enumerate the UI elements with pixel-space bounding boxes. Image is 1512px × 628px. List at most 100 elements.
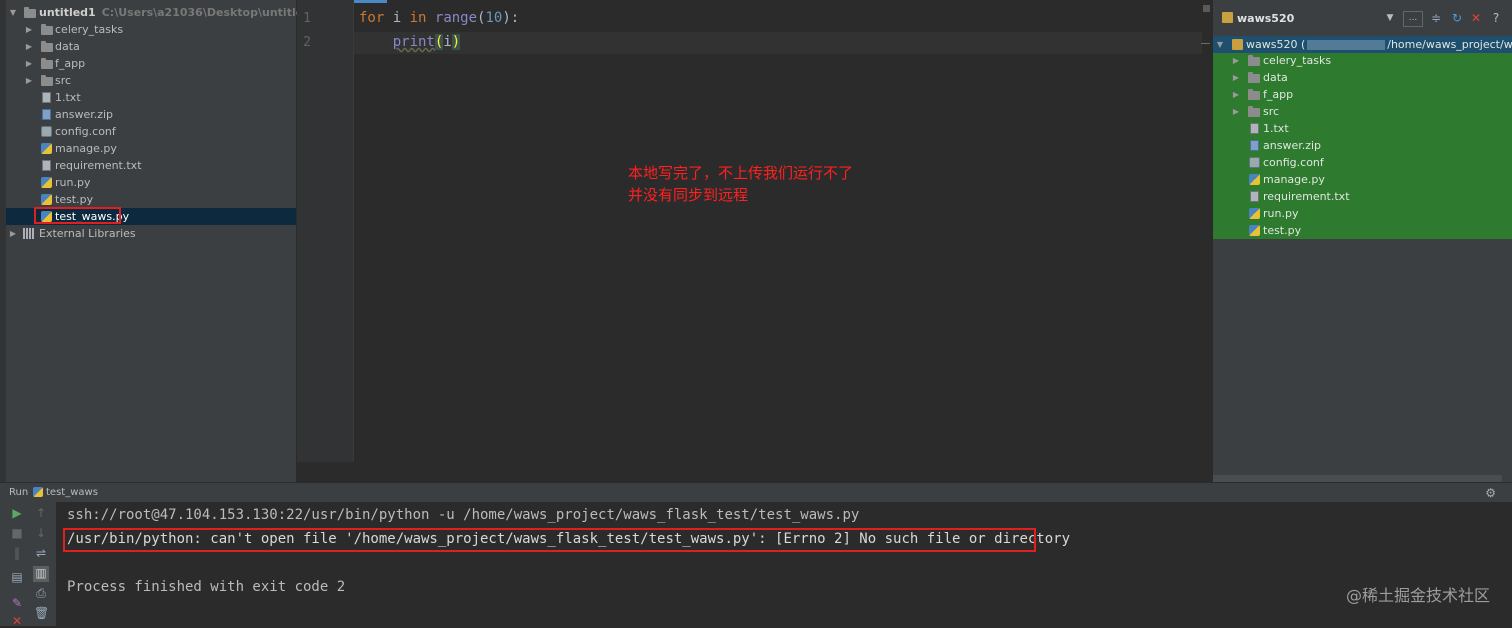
run-toolbar: ▶ ↑ ■ ↓ ‖ ⇌ ▤ ▥ ⎙ ✎ 🗑 ✕: [0, 502, 56, 628]
remote-root[interactable]: ▼ waws520 (/home/waws_project/waws_flask: [1213, 36, 1512, 53]
folder-icon: [1248, 89, 1260, 100]
remote-file-run-py[interactable]: run.py: [1213, 205, 1512, 222]
remote-folder-src[interactable]: ▶ src: [1213, 103, 1512, 120]
remote-file-config-conf[interactable]: config.conf: [1213, 154, 1512, 171]
tree-folder-f-app[interactable]: ▶ f_app: [6, 55, 296, 72]
text-file-icon: [42, 160, 51, 171]
file-label: 1.txt: [55, 91, 81, 104]
library-icon: [23, 228, 34, 239]
remote-file-answer-zip[interactable]: answer.zip: [1213, 137, 1512, 154]
editor-hscroll[interactable]: [354, 462, 1202, 482]
tree-external-libraries[interactable]: ▶ External Libraries: [6, 225, 296, 242]
tree-file-answer-zip[interactable]: answer.zip: [6, 106, 296, 123]
matched-paren: ): [451, 34, 461, 50]
chevron-down-icon[interactable]: ▼: [1215, 36, 1225, 53]
collapse-all-icon[interactable]: ≑: [1429, 11, 1443, 25]
external-libraries-label: External Libraries: [39, 227, 136, 240]
file-label: run.py: [1263, 207, 1299, 220]
folder-label: data: [1263, 71, 1288, 84]
rerun-icon[interactable]: ▶: [10, 506, 24, 520]
remote-folder-celery-tasks[interactable]: ▶ celery_tasks: [1213, 52, 1512, 69]
folder-label: src: [55, 74, 72, 87]
chevron-right-icon[interactable]: ▶: [1231, 86, 1241, 103]
folder-icon: [41, 24, 53, 35]
caret-line-highlight: [354, 32, 1202, 54]
text-file-icon: [1250, 123, 1259, 134]
tree-file-run-py[interactable]: run.py: [6, 174, 296, 191]
code-line-1[interactable]: for i in range(10):: [359, 10, 519, 26]
console-exit-line: Process finished with exit code 2: [67, 579, 346, 595]
remote-root-path: /home/waws_project/waws_flask: [1387, 38, 1512, 51]
trash-icon[interactable]: 🗑: [34, 606, 49, 620]
close-icon[interactable]: ✕: [1469, 11, 1483, 25]
remote-host-header: waws520 ▼ ... ≑ ↻ ✕ ?: [1213, 0, 1512, 36]
watermark: @稀土掘金技术社区: [1345, 586, 1490, 605]
file-label: test.py: [1263, 224, 1302, 237]
chevron-right-icon[interactable]: ▶: [24, 72, 34, 89]
chevron-right-icon[interactable]: ▶: [24, 38, 34, 55]
annotation-note: 本地写完了，不上传我们运行不了 并没有同步到远程: [628, 162, 853, 206]
folder-icon: [1248, 55, 1260, 66]
remote-file-1-txt[interactable]: 1.txt: [1213, 120, 1512, 137]
file-label: manage.py: [55, 142, 117, 155]
code-line-2[interactable]: print(i): [359, 34, 461, 50]
identifier: i: [384, 10, 410, 26]
zip-file-icon: [1250, 140, 1259, 151]
refresh-icon[interactable]: ↻: [1450, 11, 1464, 25]
tree-file-manage-py[interactable]: manage.py: [6, 140, 296, 157]
scroll-marker: [1201, 43, 1210, 44]
folder-icon: [1248, 72, 1260, 83]
keyword: for: [359, 10, 385, 26]
soft-wrap-icon[interactable]: ⇌: [34, 546, 48, 560]
tree-folder-data[interactable]: ▶ data: [6, 38, 296, 55]
chevron-right-icon[interactable]: ▶: [1231, 69, 1241, 86]
remote-file-requirement-txt[interactable]: requirement.txt: [1213, 188, 1512, 205]
code-editor[interactable]: 1 2 for i in range(10): print(i) 本地写完了，不…: [297, 0, 1212, 482]
line-gutter: 1 2: [297, 0, 354, 462]
remote-hscroll[interactable]: [1213, 475, 1502, 482]
remote-file-test-py[interactable]: test.py: [1213, 222, 1512, 239]
run-config-name[interactable]: test_waws: [46, 487, 98, 498]
tree-file-requirement-txt[interactable]: requirement.txt: [6, 157, 296, 174]
remote-folder-f-app[interactable]: ▶ f_app: [1213, 86, 1512, 103]
gear-icon[interactable]: ⚙: [1485, 486, 1496, 500]
more-button[interactable]: ...: [1403, 11, 1423, 27]
run-console[interactable]: ssh://root@47.104.153.130:22/usr/bin/pyt…: [56, 502, 1512, 626]
help-icon[interactable]: ?: [1489, 11, 1503, 25]
print-icon[interactable]: ⎙: [34, 586, 48, 600]
identifier: i: [443, 34, 452, 50]
tree-root-untitled1[interactable]: ▼ untitled1 C:\Users\a21036\Desktop\untit…: [6, 4, 319, 21]
config-file-icon: [1249, 157, 1260, 168]
root-label: untitled1: [39, 6, 96, 19]
text-file-icon: [1250, 191, 1259, 202]
scroll-down-icon[interactable]: ↓: [34, 526, 48, 540]
pause-icon[interactable]: ‖: [10, 546, 24, 560]
tree-file-test-py[interactable]: test.py: [6, 191, 296, 208]
chevron-right-icon[interactable]: ▶: [1231, 103, 1241, 120]
chevron-right-icon[interactable]: ▶: [24, 55, 34, 72]
chevron-right-icon[interactable]: ▶: [24, 21, 34, 38]
project-tree-local: ▼ untitled1 C:\Users\a21036\Desktop\untit…: [0, 0, 319, 482]
chevron-right-icon[interactable]: ▶: [8, 225, 18, 242]
file-label: test.py: [55, 193, 94, 206]
chevron-down-icon[interactable]: ▼: [1383, 11, 1397, 25]
console-command-line: ssh://root@47.104.153.130:22/usr/bin/pyt…: [67, 507, 860, 523]
python-file-icon: [41, 143, 52, 154]
scroll-up-icon[interactable]: ↑: [34, 506, 48, 520]
scroll-to-end-icon[interactable]: ▥: [33, 566, 49, 582]
tree-file-config-conf[interactable]: config.conf: [6, 123, 296, 140]
remote-folder-data[interactable]: ▶ data: [1213, 69, 1512, 86]
inspection-status-icon[interactable]: [1203, 5, 1210, 12]
chevron-down-icon[interactable]: ▼: [8, 4, 18, 21]
file-label: answer.zip: [1263, 139, 1322, 152]
tree-folder-celery-tasks[interactable]: ▶ celery_tasks: [6, 21, 296, 38]
chevron-right-icon[interactable]: ▶: [1231, 52, 1241, 69]
tree-folder-src[interactable]: ▶ src: [6, 72, 296, 89]
server-icon: [1222, 12, 1233, 23]
dump-threads-icon[interactable]: ▤: [10, 570, 24, 584]
remote-file-tree: ▼ waws520 (/home/waws_project/waws_flask…: [1213, 36, 1512, 239]
stop-icon[interactable]: ■: [10, 526, 24, 540]
pin-icon[interactable]: ✎: [10, 596, 24, 610]
tree-file-1-txt[interactable]: 1.txt: [6, 89, 296, 106]
remote-file-manage-py[interactable]: manage.py: [1213, 171, 1512, 188]
